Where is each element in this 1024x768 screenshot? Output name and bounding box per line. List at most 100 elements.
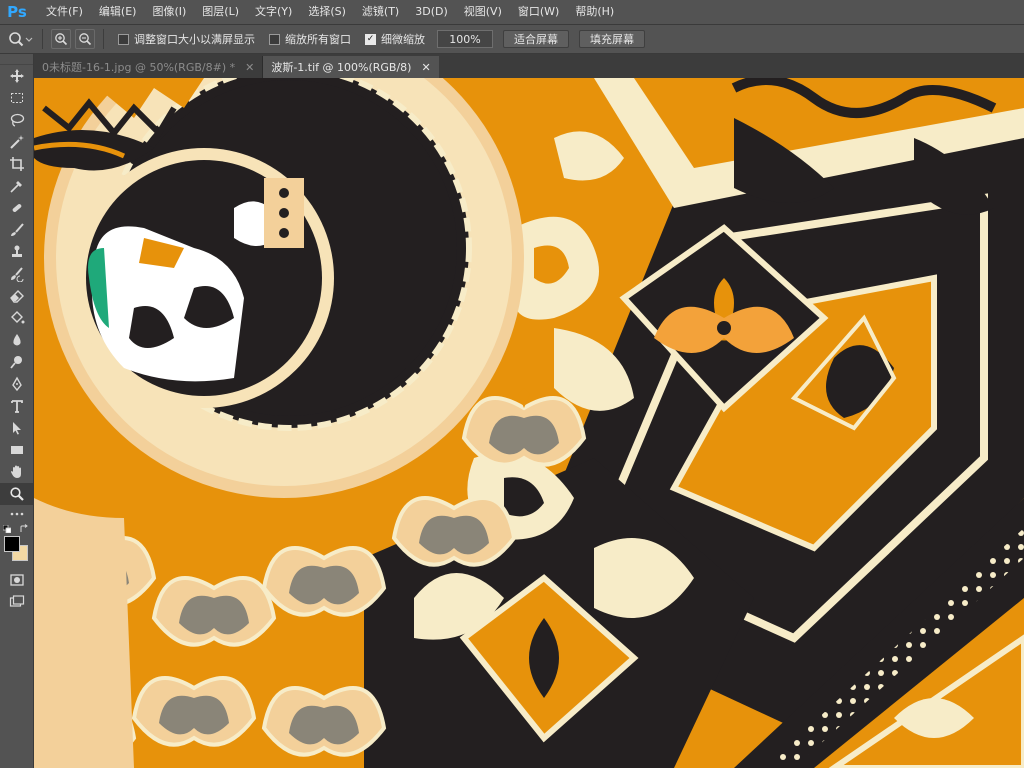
resize-windows-label: 调整窗口大小以满屏显示	[134, 33, 255, 46]
document-tab-2[interactable]: 波斯-1.tif @ 100%(RGB/8) ✕	[263, 56, 439, 78]
scrubby-zoom-label: 细微缩放	[381, 33, 425, 46]
eyedropper-icon	[9, 181, 22, 193]
paint-bucket-icon	[10, 311, 24, 324]
more-tools-button[interactable]	[0, 505, 33, 523]
menu-window[interactable]: 窗口(W)	[510, 0, 567, 24]
separator	[103, 29, 104, 49]
lasso-tool[interactable]	[0, 109, 33, 131]
pen-tool[interactable]	[0, 373, 33, 395]
menu-help[interactable]: 帮助(H)	[567, 0, 622, 24]
clone-stamp-tool[interactable]	[0, 241, 33, 263]
history-brush-tool[interactable]	[0, 263, 33, 285]
path-select-tool[interactable]	[0, 417, 33, 439]
canvas-artwork	[34, 78, 1024, 768]
eraser-tool[interactable]	[0, 285, 33, 307]
move-tool[interactable]	[0, 65, 33, 87]
zoom-all-windows-checkbox[interactable]: 缩放所有窗口	[269, 31, 351, 47]
zoom-in-icon	[55, 33, 68, 46]
menu-type[interactable]: 文字(Y)	[247, 0, 300, 24]
document-tab-bar: 0未标题-16-1.jpg @ 50%(RGB/8#) * ✕ 波斯-1.tif…	[34, 54, 1024, 78]
drop-icon	[12, 334, 21, 346]
move-icon	[9, 69, 24, 83]
marquee-icon	[10, 93, 23, 103]
lotus-flower	[261, 686, 387, 757]
menu-layer[interactable]: 图层(L)	[194, 0, 247, 24]
checkbox-box[interactable]	[118, 33, 129, 45]
menu-file[interactable]: 文件(F)	[38, 0, 91, 24]
resize-windows-checkbox[interactable]: 调整窗口大小以满屏显示	[118, 31, 255, 47]
lotus-flower	[151, 576, 277, 647]
arrow-pointer-icon	[12, 422, 21, 435]
menu-edit[interactable]: 编辑(E)	[91, 0, 145, 24]
quick-select-tool[interactable]	[0, 131, 33, 153]
paint-bucket-tool[interactable]	[0, 307, 33, 329]
rectangle-icon	[10, 446, 23, 454]
zoom-out-icon	[79, 33, 92, 46]
eraser-icon	[9, 290, 24, 303]
document-canvas[interactable]	[34, 78, 1024, 768]
separator	[42, 29, 43, 49]
type-tool[interactable]	[0, 395, 33, 417]
fit-screen-button[interactable]: 适合屏幕	[503, 30, 569, 48]
menu-bar: Ps 文件(F) 编辑(E) 图像(I) 图层(L) 文字(Y) 选择(S) 滤…	[0, 0, 1024, 25]
lotus-flower	[261, 546, 387, 617]
checkbox-checked-box[interactable]: ✓	[365, 33, 376, 45]
healing-brush-tool[interactable]	[0, 197, 33, 219]
photoshop-logo: Ps	[7, 3, 27, 21]
lotus-flower	[461, 388, 587, 467]
menu-image[interactable]: 图像(I)	[144, 0, 194, 24]
zoom-tool-icon	[9, 32, 33, 47]
magic-wand-icon	[9, 135, 24, 149]
screen-mode-button[interactable]	[0, 591, 33, 613]
lotus-flower	[131, 676, 257, 747]
zoom-all-windows-label: 缩放所有窗口	[285, 33, 351, 46]
close-icon[interactable]: ✕	[421, 61, 430, 74]
dodge-tool[interactable]	[0, 351, 33, 373]
zoom-in-button[interactable]	[51, 29, 71, 49]
stamp-icon	[11, 245, 22, 257]
pen-icon	[11, 376, 22, 392]
zoom-percentage-field[interactable]: 100%	[437, 30, 493, 48]
lasso-icon	[10, 113, 24, 127]
toolbox	[0, 54, 34, 768]
eyedropper-tool[interactable]	[0, 175, 33, 197]
tab-title: 波斯-1.tif @ 100%(RGB/8)	[271, 61, 412, 74]
ellipsis-icon	[10, 512, 23, 516]
default-colors-icon[interactable]	[3, 525, 11, 533]
menu-view[interactable]: 视图(V)	[456, 0, 510, 24]
color-swatches	[0, 523, 33, 569]
zoom-out-button[interactable]	[75, 29, 95, 49]
hand-tool[interactable]	[0, 461, 33, 483]
type-icon	[10, 400, 23, 413]
screen-mode-icon	[9, 595, 24, 607]
zoom-icon	[9, 487, 24, 501]
zoom-tool[interactable]	[0, 483, 33, 505]
marquee-tool[interactable]	[0, 87, 33, 109]
menu-filter[interactable]: 滤镜(T)	[354, 0, 407, 24]
tab-title: 0未标题-16-1.jpg @ 50%(RGB/8#) *	[42, 61, 236, 74]
brush-tool[interactable]	[0, 219, 33, 241]
blur-tool[interactable]	[0, 329, 33, 351]
history-brush-icon	[10, 267, 23, 282]
checkbox-box[interactable]	[269, 33, 280, 45]
scrubby-zoom-checkbox[interactable]: ✓ 细微缩放	[365, 31, 425, 47]
tool-preset-picker[interactable]	[0, 26, 36, 52]
bandage-icon	[12, 204, 21, 212]
close-icon[interactable]: ✕	[245, 61, 254, 74]
fill-screen-button[interactable]: 填充屏幕	[579, 30, 645, 48]
menu-3d[interactable]: 3D(D)	[407, 0, 456, 24]
lotus-flower	[391, 496, 517, 567]
options-bar: 调整窗口大小以满屏显示 缩放所有窗口 ✓ 细微缩放 100% 适合屏幕 填充屏幕	[0, 25, 1024, 54]
hand-icon	[10, 465, 21, 478]
rectangle-tool[interactable]	[0, 439, 33, 461]
quick-mask-icon	[9, 574, 24, 586]
document-tab-1[interactable]: 0未标题-16-1.jpg @ 50%(RGB/8#) * ✕	[34, 56, 264, 78]
menu-select[interactable]: 选择(S)	[300, 0, 354, 24]
swap-colors-icon[interactable]	[19, 524, 29, 534]
crop-icon	[9, 157, 24, 171]
dodge-icon	[9, 356, 22, 369]
foreground-color-swatch[interactable]	[4, 536, 20, 552]
toolbox-grip[interactable]	[0, 54, 33, 65]
quick-mask-button[interactable]	[0, 569, 33, 591]
crop-tool[interactable]	[0, 153, 33, 175]
